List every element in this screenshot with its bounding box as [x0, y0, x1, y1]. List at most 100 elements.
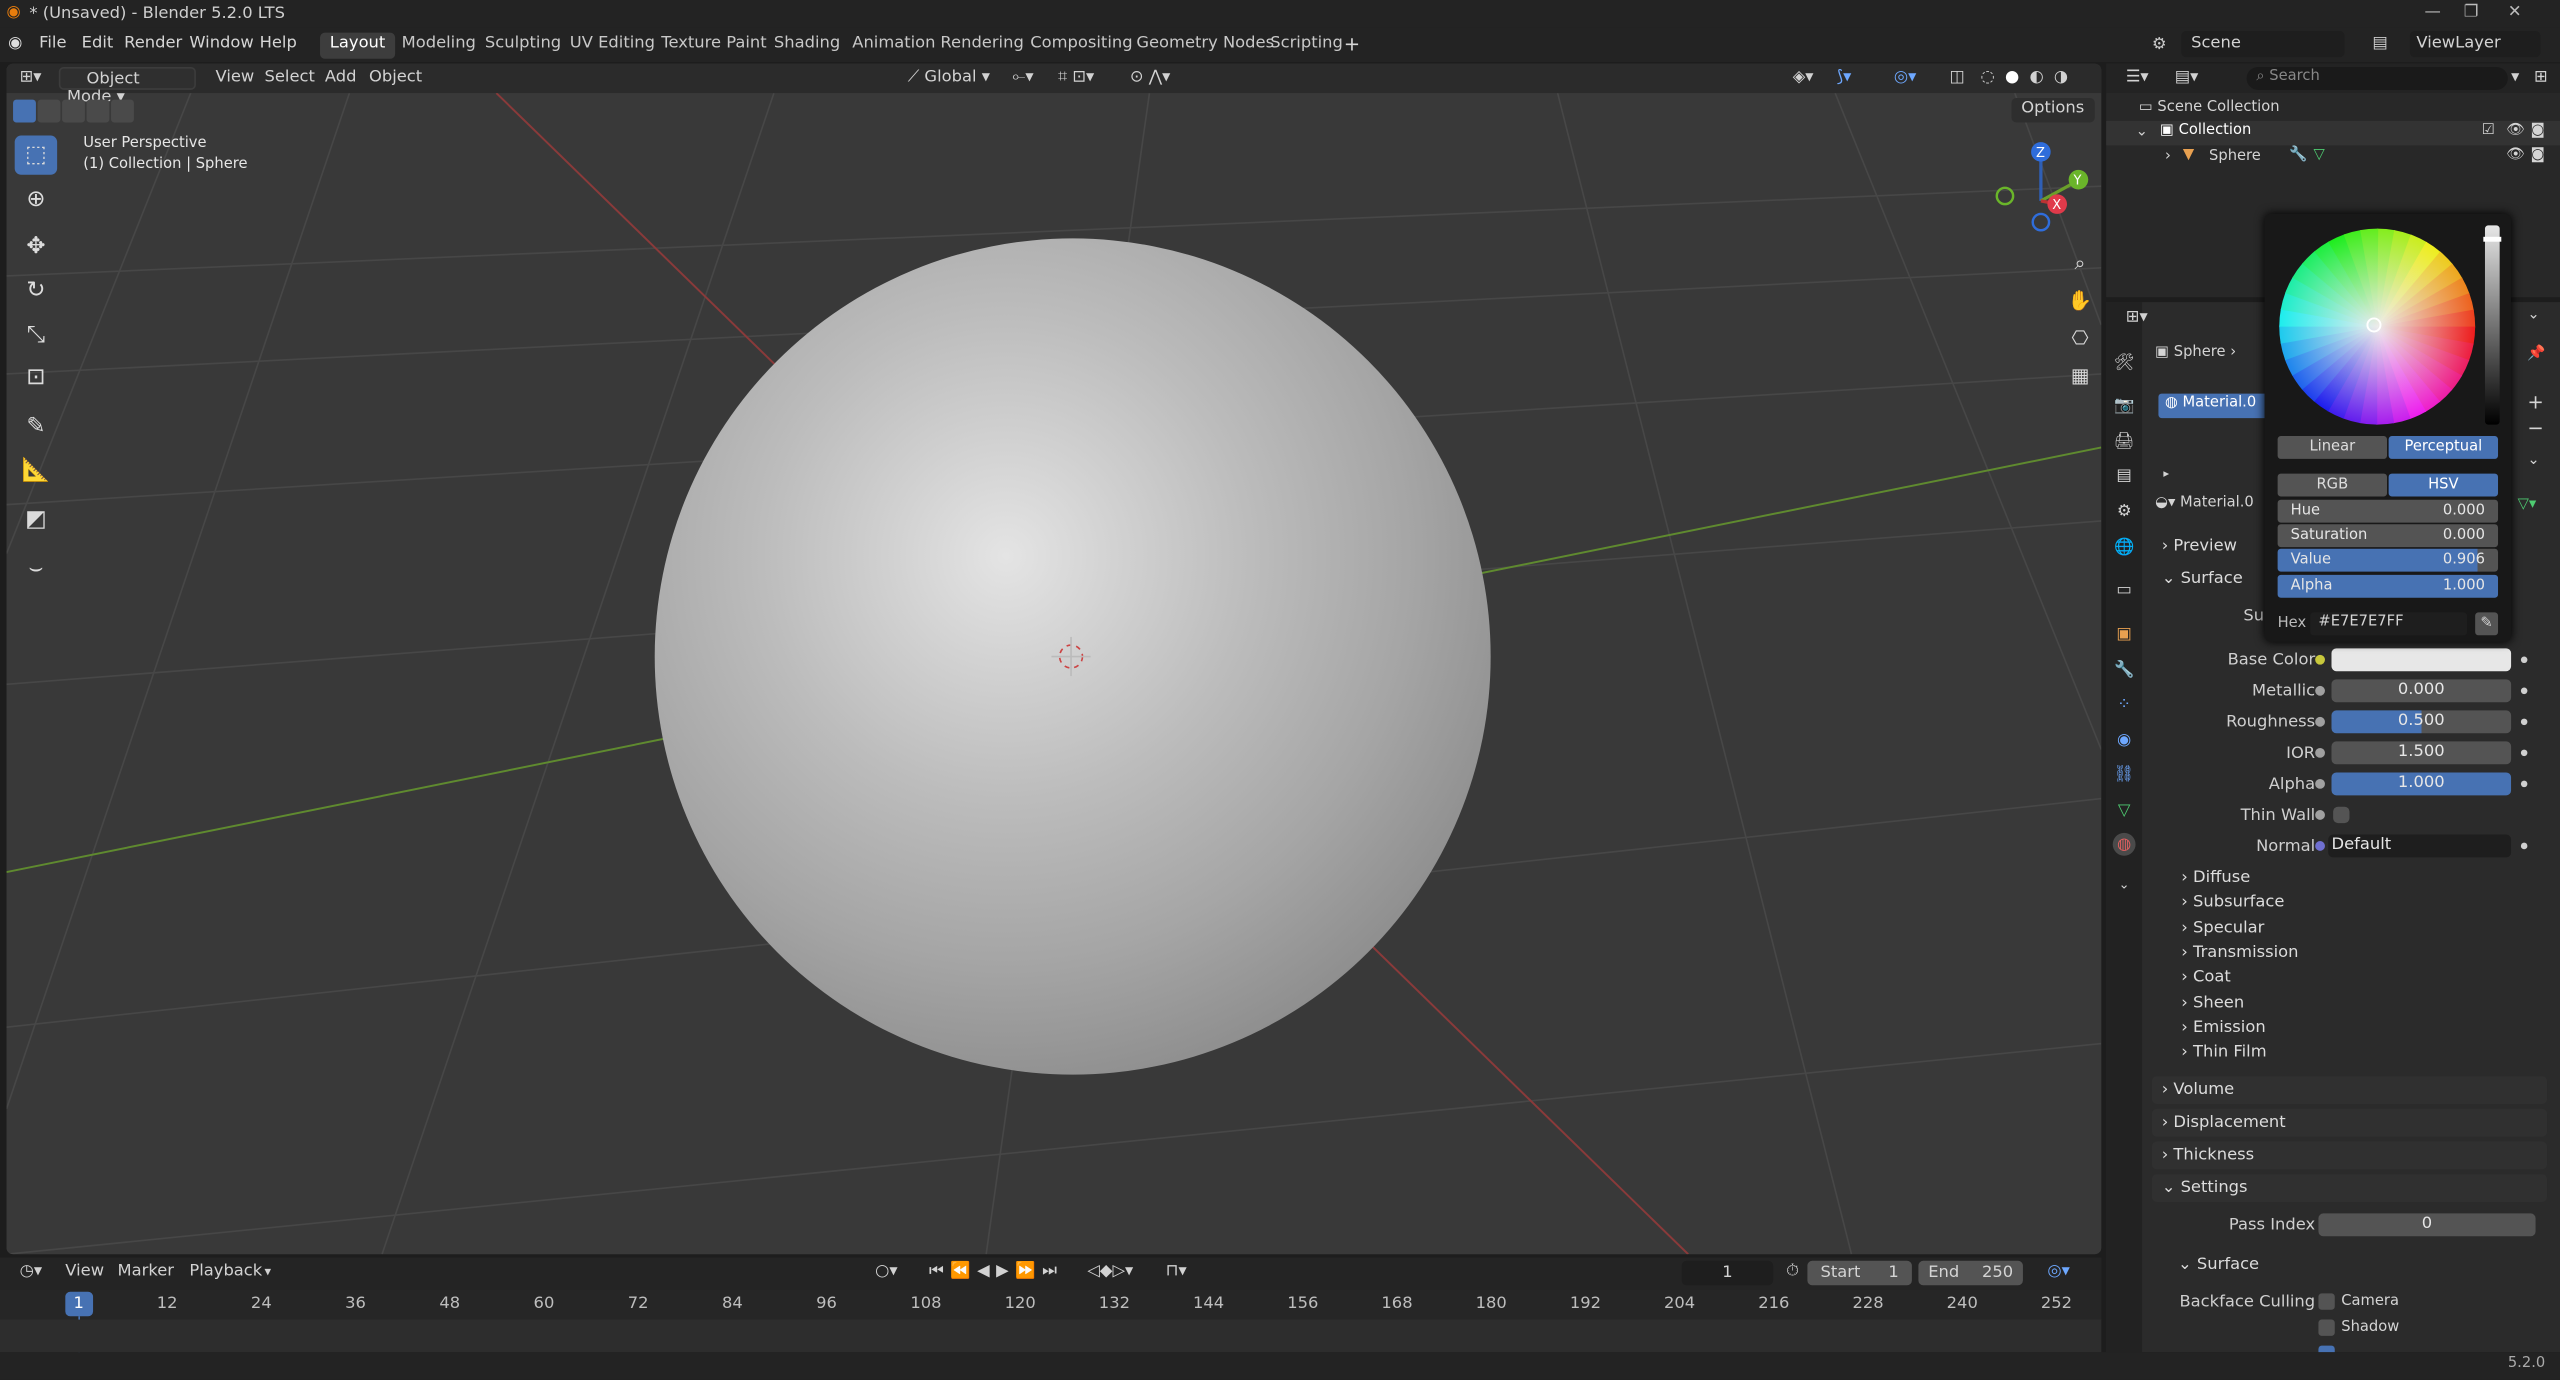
slider-field[interactable]: 0.000 [2331, 679, 2512, 703]
panel-preview[interactable]: › Preview [2162, 537, 2237, 555]
socket-icon[interactable] [2315, 685, 2325, 696]
menu-help[interactable]: Help [260, 34, 297, 52]
thin-wall-checkbox[interactable] [2333, 806, 2350, 824]
rgb-button[interactable]: RGB [2277, 473, 2388, 497]
render-tab-icon[interactable]: 📷 [2113, 394, 2136, 417]
value-slider-handle[interactable] [2483, 236, 2502, 242]
scene-tab-icon[interactable]: ⚙ [2113, 500, 2136, 523]
scene-icon[interactable]: ⚙ [2152, 36, 2167, 54]
socket-icon[interactable] [2315, 747, 2325, 758]
slot-specials-icon[interactable]: ⌄ [2527, 452, 2539, 468]
tool-tab-icon[interactable]: 🛠 [2113, 351, 2136, 374]
outliner-row-sphere[interactable]: › ▼ Sphere 🔧 ▽ 👁 ◙ [2106, 145, 2560, 169]
menu-window[interactable]: Window [189, 34, 253, 52]
subpanel-item[interactable]: › Diffuse [2181, 869, 2250, 887]
tab-sculpting[interactable]: Sculpting [475, 33, 571, 59]
physics-tab-icon[interactable]: ◉ [2113, 728, 2136, 751]
filter-icon[interactable]: ▾ [2505, 67, 2526, 90]
camera-view-icon[interactable]: ⎔ [2065, 323, 2094, 352]
navigation-gizmo[interactable]: Z Y X [1992, 136, 2100, 244]
value-field[interactable]: Value 0.906 [2277, 548, 2499, 572]
sphere-eye-icon[interactable]: 👁 [2506, 147, 2525, 163]
subpanel-item[interactable]: › Thin Film [2181, 1044, 2266, 1062]
timeline-editor[interactable]: ◷▾ View Marker Playback ▾ ○▾ ⏮⏪◀▶⏩⏭ ◁◆▷▾… [0, 1257, 2102, 1353]
particles-tab-icon[interactable]: ⁘ [2113, 692, 2136, 715]
tab-layout[interactable]: Layout [320, 32, 396, 59]
outliner-scene-collection[interactable]: ▭ Scene Collection [2139, 100, 2280, 116]
measure-tool-icon[interactable]: 📐 [15, 451, 57, 490]
material-tab-icon[interactable]: ◍ [2112, 832, 2136, 856]
extrude-curve-tool-icon[interactable]: ⌣ [15, 549, 57, 588]
linear-button[interactable]: Linear [2277, 436, 2388, 459]
tab-uv-editing[interactable]: UV Editing [560, 33, 665, 59]
perceptual-button[interactable]: Perceptual [2388, 436, 2499, 459]
socket-icon[interactable] [2315, 778, 2325, 789]
proportional-edit-icon[interactable]: ⊙ ⋀▾ [1123, 67, 1177, 90]
sphere-camera-icon[interactable]: ◙ [2531, 147, 2545, 163]
pan-hand-icon[interactable]: ✋ [2065, 286, 2094, 315]
keyframe-dot-icon[interactable] [2520, 780, 2528, 788]
tab-scripting[interactable]: Scripting [1260, 33, 1352, 59]
maximize-icon[interactable]: ❐ [2464, 3, 2479, 21]
slider-field[interactable]: 1.500 [2331, 741, 2512, 765]
keyframe-dot-icon[interactable] [2520, 842, 2528, 850]
timeline-menu-playback[interactable]: Playback [183, 1261, 269, 1284]
keyframe-dot-icon[interactable] [2520, 687, 2528, 695]
3d-viewport[interactable]: ⊞▾ Object Mode ▾ View Select Add Object … [6, 63, 2102, 1255]
timeline-track[interactable] [0, 1319, 2102, 1353]
slider-field[interactable]: 0.500 [2331, 710, 2512, 734]
output-tab-icon[interactable]: 🖨 [2113, 430, 2136, 453]
properties-editor-type-icon[interactable]: ⊞▾ [2119, 307, 2154, 330]
preview-range-icon[interactable]: ⏱ [1780, 1261, 1806, 1284]
keyframe-jump-icon[interactable]: ◁◆▷▾ [1081, 1261, 1140, 1284]
color-picker-popup[interactable]: Linear Perceptual RGB HSV Hue 0.000 Satur… [2264, 213, 2512, 642]
color-wheel[interactable] [2274, 224, 2480, 430]
new-collection-icon[interactable]: ⊞ [2527, 67, 2554, 90]
zoom-icon[interactable]: ⌕ [2065, 248, 2094, 277]
current-frame-field[interactable]: 1 [1681, 1260, 1774, 1286]
outliner-search-input[interactable]: ⌕ Search [2246, 66, 2508, 90]
data-tab-icon[interactable]: ▽ [2113, 799, 2136, 822]
menu-object[interactable]: Object [362, 67, 428, 90]
collection-tab-icon[interactable]: ▭ [2113, 578, 2136, 601]
tab-rendering[interactable]: Rendering [931, 33, 1034, 59]
subpanel-item[interactable]: › Coat [2181, 969, 2231, 987]
normal-field[interactable]: Default [2328, 834, 2512, 858]
add-cube-tool-icon[interactable]: ◩ [15, 500, 57, 539]
menu-render[interactable]: Render [124, 34, 182, 52]
view-layer-tab-icon[interactable]: ▤ [2113, 464, 2136, 487]
start-frame-field[interactable]: Start 1 [1807, 1260, 1912, 1286]
subpanel-item[interactable]: › Emission [2181, 1019, 2265, 1037]
alpha-slider[interactable]: Alpha 1.000 [2277, 574, 2499, 598]
hsv-button[interactable]: HSV [2388, 473, 2499, 497]
gizmo-toggle-icon[interactable]: ⟆▾ [1830, 67, 1858, 90]
shading-rendered-icon[interactable]: ◑ [2047, 67, 2074, 90]
material-browse-icon[interactable]: ◒▾ [2155, 495, 2180, 511]
socket-icon[interactable] [2315, 716, 2325, 727]
pin-icon[interactable]: 📌 [2527, 346, 2545, 362]
transform-orientation-select[interactable]: ⟋ Global ▾ [901, 67, 996, 90]
options-button[interactable]: Options [2011, 97, 2095, 123]
timeline-editor-type-icon[interactable]: ◷▾ [13, 1261, 49, 1284]
select-box-tool-icon[interactable]: ⬚ [14, 135, 58, 175]
scale-tool-icon[interactable]: ⤡ [15, 315, 57, 354]
timeline-menu-view[interactable]: View [59, 1261, 111, 1284]
collection-camera-icon[interactable]: ◙ [2531, 122, 2545, 138]
select-subtract-icon[interactable] [62, 99, 85, 123]
tab-modeling[interactable]: Modeling [392, 33, 486, 59]
material-link-icon[interactable]: ▽▾ [2518, 496, 2537, 512]
camera-checkbox[interactable] [2318, 1293, 2335, 1310]
shading-solid-icon[interactable]: ● [1998, 67, 2025, 90]
slider-field[interactable]: 1.000 [2331, 772, 2512, 796]
timeline-view-icon[interactable]: ◎▾ [2041, 1261, 2077, 1284]
remove-slot-icon[interactable]: − [2527, 416, 2543, 439]
overlay-toggle-icon[interactable]: ◎▾ [1887, 67, 1923, 90]
base-color-swatch[interactable] [2331, 648, 2512, 672]
subpanel-item[interactable]: › Subsurface [2181, 894, 2284, 912]
material-selector[interactable]: ◒▾ Material.0 [2155, 495, 2254, 511]
shading-material-icon[interactable]: ◐ [2023, 67, 2050, 90]
viewlayer-icon[interactable]: ▤ [2372, 34, 2387, 52]
pass-index-field[interactable]: 0 [2318, 1213, 2536, 1237]
move-tool-icon[interactable]: ✥ [15, 227, 57, 266]
panel-surface[interactable]: ⌄ Surface [2162, 570, 2243, 588]
